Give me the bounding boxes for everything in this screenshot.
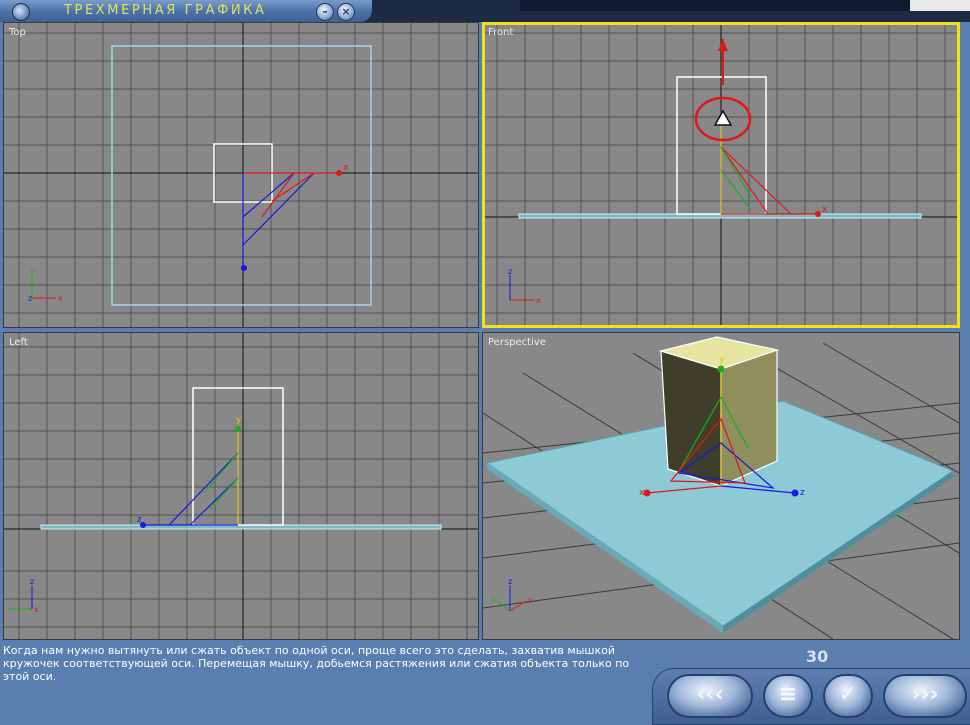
perspective-view-canvas: y x z x z y	[483, 336, 959, 639]
svg-text:x: x	[528, 596, 533, 605]
viewport-perspective[interactable]: y x z x z y Perspective	[482, 332, 960, 640]
x-axis-label: x	[822, 205, 828, 215]
front-view-canvas: x x z	[485, 25, 957, 325]
z-axis-label: z	[137, 515, 142, 525]
grid	[4, 333, 478, 639]
close-button[interactable]: ×	[337, 3, 355, 21]
gizmo[interactable]: x	[694, 39, 828, 217]
forward-arrows-icon: ›››	[911, 682, 939, 707]
x-axis-label: x	[343, 163, 349, 173]
svg-text:y: y	[491, 594, 496, 603]
minimize-button[interactable]: –	[316, 3, 334, 21]
scale-cursor-icon	[713, 109, 733, 126]
grid	[4, 23, 478, 327]
minimize-icon: –	[322, 5, 328, 18]
background-strip-light	[910, 0, 970, 11]
check-icon: ✓	[838, 682, 858, 707]
svg-text:z: z	[30, 577, 34, 586]
menu-icon: ≡	[778, 682, 798, 707]
y-axis-label: y	[236, 415, 242, 425]
top-view-canvas: x x y z	[4, 23, 478, 327]
svg-text:x: x	[639, 488, 645, 498]
x-axis-handle[interactable]	[815, 211, 821, 217]
window-title: ТРЕХМЕРНАЯ ГРАФИКА	[64, 3, 267, 18]
svg-text:z: z	[28, 294, 32, 303]
plane-outline	[111, 45, 372, 306]
lesson-description: Когда нам нужно вытянуть или сжать объек…	[3, 644, 630, 683]
viewport-label: Front	[488, 27, 514, 38]
y-axis-handle[interactable]	[717, 365, 725, 373]
x-axis-handle[interactable]	[643, 489, 651, 497]
svg-text:y: y	[30, 266, 35, 275]
back-button[interactable]: ‹‹‹	[667, 674, 753, 718]
z-axis-handle[interactable]	[791, 489, 799, 497]
viewport-label: Left	[9, 337, 28, 348]
svg-text:z: z	[800, 488, 805, 498]
gizmo[interactable]: x	[241, 163, 349, 271]
svg-text:y: y	[719, 355, 725, 365]
z-axis-handle[interactable]	[241, 265, 247, 271]
svg-text:x: x	[536, 296, 541, 305]
left-view-canvas: y z z x	[4, 333, 478, 639]
page-number: 30	[806, 647, 829, 666]
viewport-label: Perspective	[488, 337, 546, 348]
gizmo[interactable]: y z	[137, 415, 242, 528]
viewport-top[interactable]: x x y z Top	[3, 22, 479, 328]
svg-text:x: x	[34, 605, 39, 614]
x-axis-handle[interactable]	[336, 170, 342, 176]
viewport-front[interactable]: x x z Front	[482, 22, 960, 328]
viewport-label: Top	[9, 27, 26, 38]
axis-tripod: z x	[8, 577, 39, 614]
navigation-panel: ‹‹‹ ≡ ✓ ›››	[652, 668, 970, 725]
svg-text:z: z	[508, 577, 512, 586]
contents-button[interactable]: ≡	[763, 674, 813, 718]
y-axis-handle[interactable]	[235, 426, 241, 432]
back-arrows-icon: ‹‹‹	[696, 682, 724, 707]
viewport-left[interactable]: y z z x Left	[3, 332, 479, 640]
check-button[interactable]: ✓	[823, 674, 873, 718]
title-bar: ТРЕХМЕРНАЯ ГРАФИКА – ×	[0, 0, 372, 22]
background-strip	[520, 0, 910, 11]
box-object[interactable]	[660, 350, 722, 487]
svg-text:x: x	[58, 294, 63, 303]
app-globe-icon[interactable]	[12, 3, 30, 21]
forward-button[interactable]: ›››	[883, 674, 967, 718]
svg-text:z: z	[508, 267, 512, 276]
close-icon: ×	[341, 5, 351, 18]
